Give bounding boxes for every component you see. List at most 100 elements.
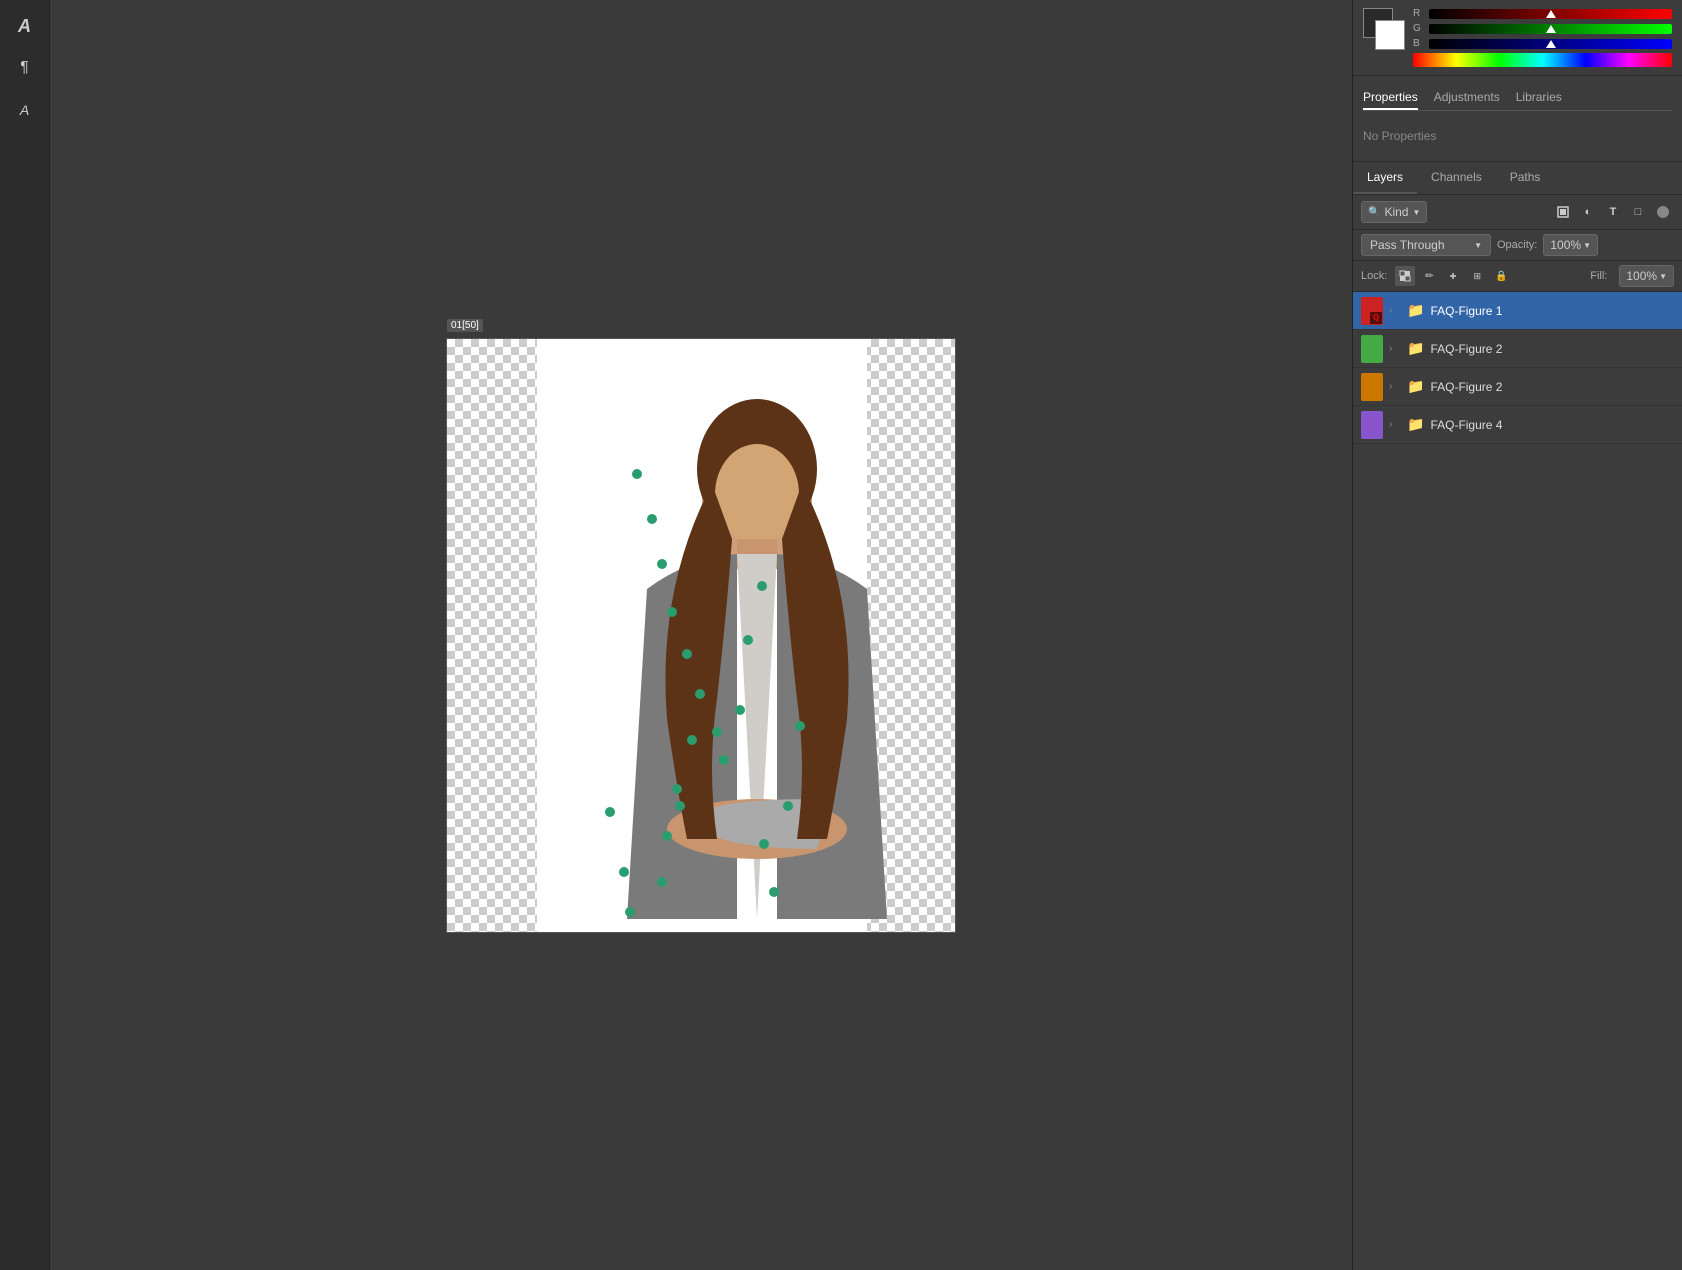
blend-opacity-row: Pass Through ▼ Opacity: 100% ▼ bbox=[1353, 230, 1682, 261]
type-mask-tool-button[interactable]: A bbox=[7, 92, 43, 128]
red-slider[interactable] bbox=[1429, 9, 1672, 19]
dot-23 bbox=[625, 907, 635, 917]
dot-10 bbox=[662, 831, 672, 841]
dropdown-arrow-icon: ▼ bbox=[1412, 208, 1420, 217]
dot-18 bbox=[769, 887, 779, 897]
layer-2-folder-icon: 📁 bbox=[1407, 340, 1424, 357]
red-thumb bbox=[1546, 10, 1556, 18]
dot-12 bbox=[675, 801, 685, 811]
dot-5 bbox=[682, 649, 692, 659]
paragraph-tool-button[interactable]: ¶ bbox=[7, 50, 43, 86]
search-icon: 🔍 bbox=[1368, 207, 1380, 218]
background-color[interactable] bbox=[1375, 20, 1405, 50]
filter-pixel-button[interactable] bbox=[1552, 201, 1574, 223]
fill-dropdown[interactable]: 100% ▼ bbox=[1619, 265, 1674, 287]
blue-label: B bbox=[1413, 38, 1425, 49]
red-slider-row: R bbox=[1413, 8, 1672, 19]
layer-swatch-4 bbox=[1361, 411, 1383, 439]
dot-17 bbox=[759, 839, 769, 849]
lock-artboard-icon: ⊞ bbox=[1474, 271, 1482, 282]
type-mask-icon: A bbox=[20, 102, 29, 118]
green-slider[interactable] bbox=[1429, 24, 1672, 34]
lock-all-button[interactable]: 🔒 bbox=[1491, 266, 1511, 286]
lock-all-icon: 🔒 bbox=[1495, 271, 1507, 282]
shape-icon: □ bbox=[1635, 206, 1642, 218]
dot-14 bbox=[735, 705, 745, 715]
canvas-wrapper[interactable]: 01[50] bbox=[446, 338, 956, 933]
dot-8 bbox=[687, 735, 697, 745]
fill-label-text: Fill: bbox=[1590, 270, 1607, 282]
lock-image-button[interactable]: ✏ bbox=[1419, 266, 1439, 286]
lock-image-icon: ✏ bbox=[1425, 271, 1433, 282]
layer-2-expand[interactable]: › bbox=[1389, 343, 1401, 354]
color-preview: R G B bbox=[1363, 8, 1672, 67]
type-tool-button[interactable]: A bbox=[7, 8, 43, 44]
filter-icon-buttons: ◐ T □ bbox=[1552, 201, 1674, 223]
canvas-label: 01[50] bbox=[447, 319, 483, 332]
layer-item-1[interactable]: Q › 📁 FAQ-Figure 1 bbox=[1353, 292, 1682, 330]
layer-4-name: FAQ-Figure 4 bbox=[1430, 418, 1674, 432]
layer-2-name: FAQ-Figure 2 bbox=[1430, 342, 1674, 356]
color-section: R G B bbox=[1353, 0, 1682, 76]
fill-arrow-icon: ▼ bbox=[1659, 272, 1667, 281]
dot-4 bbox=[667, 607, 677, 617]
tab-layers[interactable]: Layers bbox=[1353, 162, 1417, 194]
canvas-area: 01[50] bbox=[50, 0, 1352, 1270]
opacity-dropdown[interactable]: 100% ▼ bbox=[1543, 234, 1598, 256]
tab-channels[interactable]: Channels bbox=[1417, 162, 1496, 194]
red-label: R bbox=[1413, 8, 1425, 19]
dot-19 bbox=[783, 801, 793, 811]
left-toolbar: A ¶ A bbox=[0, 0, 50, 1270]
color-spectrum[interactable] bbox=[1413, 53, 1672, 67]
layer-1-expand[interactable]: › bbox=[1389, 305, 1401, 316]
dot-3 bbox=[657, 559, 667, 569]
dot-21 bbox=[605, 807, 615, 817]
blue-slider[interactable] bbox=[1429, 39, 1672, 49]
blend-mode-dropdown[interactable]: Pass Through ▼ bbox=[1361, 234, 1491, 256]
layers-filter-toolbar: 🔍 Kind ▼ ◐ T □ bbox=[1353, 195, 1682, 230]
tab-libraries[interactable]: Libraries bbox=[1516, 86, 1562, 110]
dot-22 bbox=[619, 867, 629, 877]
lock-transparent-icon bbox=[1398, 269, 1412, 283]
properties-section: Properties Adjustments Libraries No Prop… bbox=[1353, 76, 1682, 162]
lock-position-button[interactable] bbox=[1443, 266, 1463, 286]
filter-smartobject-button[interactable] bbox=[1652, 201, 1674, 223]
dot-16 bbox=[757, 581, 767, 591]
green-label: G bbox=[1413, 23, 1425, 34]
layer-item-4[interactable]: › 📁 FAQ-Figure 4 bbox=[1353, 406, 1682, 444]
green-slider-row: G bbox=[1413, 23, 1672, 34]
person-layer bbox=[447, 339, 955, 932]
filter-type-button[interactable]: T bbox=[1602, 201, 1624, 223]
dot-20 bbox=[795, 721, 805, 731]
blue-slider-row: B bbox=[1413, 38, 1672, 49]
layer-3-folder-icon: 📁 bbox=[1407, 378, 1424, 395]
layer-item-2[interactable]: › 📁 FAQ-Figure 2 bbox=[1353, 330, 1682, 368]
dot-6 bbox=[695, 689, 705, 699]
filter-adjustment-button[interactable]: ◐ bbox=[1577, 201, 1599, 223]
dot-15 bbox=[743, 635, 753, 645]
layers-list: Q › 📁 FAQ-Figure 1 › 📁 FAQ-Figure 2 › 📁 … bbox=[1353, 292, 1682, 1270]
color-squares[interactable] bbox=[1363, 8, 1405, 50]
type-icon: A bbox=[18, 16, 31, 37]
smartobject-icon bbox=[1657, 206, 1669, 218]
properties-tabs: Properties Adjustments Libraries bbox=[1363, 86, 1672, 111]
lock-fill-row: Lock: ✏ bbox=[1353, 261, 1682, 292]
layer-3-name: FAQ-Figure 2 bbox=[1430, 380, 1674, 394]
tab-adjustments[interactable]: Adjustments bbox=[1434, 86, 1500, 110]
layer-4-folder-icon: 📁 bbox=[1407, 416, 1424, 433]
layer-4-expand[interactable]: › bbox=[1389, 419, 1401, 430]
blue-thumb bbox=[1546, 40, 1556, 48]
lock-artboard-button[interactable]: ⊞ bbox=[1467, 266, 1487, 286]
filter-shape-button[interactable]: □ bbox=[1627, 201, 1649, 223]
blend-dropdown-arrow-icon: ▼ bbox=[1474, 241, 1482, 250]
tab-paths[interactable]: Paths bbox=[1496, 162, 1555, 194]
lock-transparent-button[interactable] bbox=[1395, 266, 1415, 286]
person-svg bbox=[447, 339, 955, 932]
tab-properties[interactable]: Properties bbox=[1363, 86, 1418, 110]
layer-3-expand[interactable]: › bbox=[1389, 381, 1401, 392]
adjustment-icon: ◐ bbox=[1585, 206, 1592, 218]
layers-tabs: Layers Channels Paths bbox=[1353, 162, 1682, 195]
layer-item-3[interactable]: › 📁 FAQ-Figure 2 bbox=[1353, 368, 1682, 406]
filter-kind-dropdown[interactable]: 🔍 Kind ▼ bbox=[1361, 201, 1427, 223]
dot-7 bbox=[712, 727, 722, 737]
